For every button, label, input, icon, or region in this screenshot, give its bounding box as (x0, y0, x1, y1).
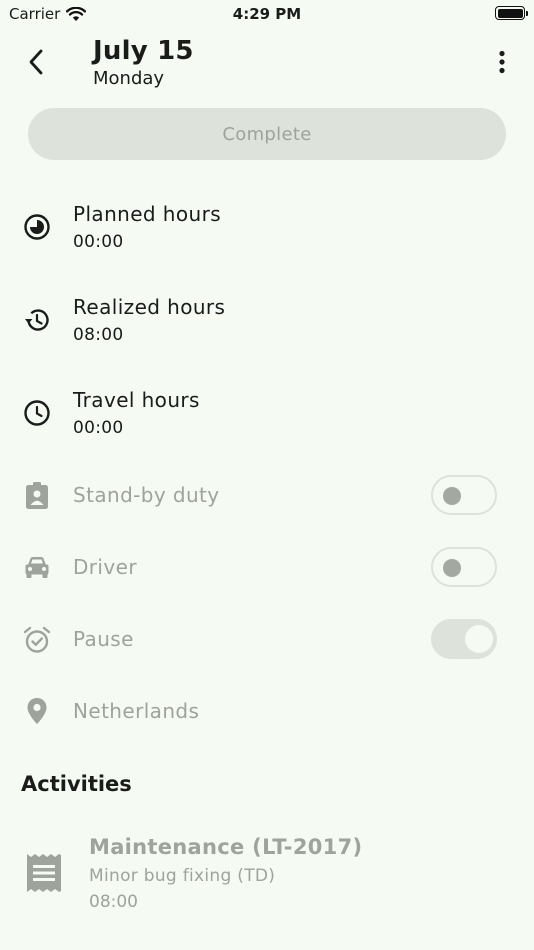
driver-label: Driver (73, 555, 137, 579)
car-icon (22, 553, 52, 583)
activity-item[interactable]: Maintenance (LT-2017) Minor bug fixing (… (0, 830, 534, 920)
activity-subtitle: Minor bug fixing (TD) (89, 866, 276, 886)
alarm-icon (22, 625, 52, 655)
location-label: Netherlands (73, 699, 200, 723)
realized-hours-row[interactable]: Realized hours 08:00 (0, 291, 534, 361)
app-bar: July 15 Monday (0, 30, 534, 100)
travel-hours-label: Travel hours (73, 388, 200, 412)
pause-row: Pause (0, 618, 534, 662)
travel-hours-row[interactable]: Travel hours 00:00 (0, 384, 534, 454)
realized-hours-label: Realized hours (73, 295, 226, 319)
planned-hours-value: 00:00 (73, 232, 124, 252)
status-bar: Carrier 4:29 PM (0, 0, 534, 28)
realized-hours-value: 08:00 (73, 325, 124, 345)
pie-clock-icon (22, 212, 52, 242)
more-vertical-icon (499, 50, 505, 74)
driver-row: Driver (0, 546, 534, 590)
complete-button[interactable]: Complete (28, 108, 506, 160)
planned-hours-row[interactable]: Planned hours 00:00 (0, 198, 534, 268)
travel-hours-value: 00:00 (73, 418, 124, 438)
location-pin-icon (22, 696, 52, 726)
pause-toggle[interactable] (431, 619, 497, 659)
receipt-icon (24, 852, 64, 894)
pause-label: Pause (73, 627, 134, 651)
page-subtitle: Monday (93, 68, 165, 89)
activities-section-title: Activities (21, 772, 132, 796)
clock-icon (22, 398, 52, 428)
badge-icon (22, 481, 52, 511)
activity-title: Maintenance (LT-2017) (89, 835, 363, 859)
standby-duty-toggle[interactable] (431, 475, 497, 515)
more-options-button[interactable] (484, 44, 520, 80)
back-button[interactable] (18, 44, 54, 80)
location-row: Netherlands (0, 690, 534, 734)
activity-time: 08:00 (89, 892, 138, 912)
status-time: 4:29 PM (232, 5, 302, 23)
standby-duty-row: Stand-by duty (0, 474, 534, 518)
standby-duty-label: Stand-by duty (73, 483, 220, 507)
planned-hours-label: Planned hours (73, 202, 222, 226)
driver-toggle[interactable] (431, 547, 497, 587)
history-icon (22, 305, 52, 335)
battery-icon (495, 6, 528, 20)
page-title: July 15 (93, 36, 194, 66)
chevron-left-icon (29, 49, 43, 75)
